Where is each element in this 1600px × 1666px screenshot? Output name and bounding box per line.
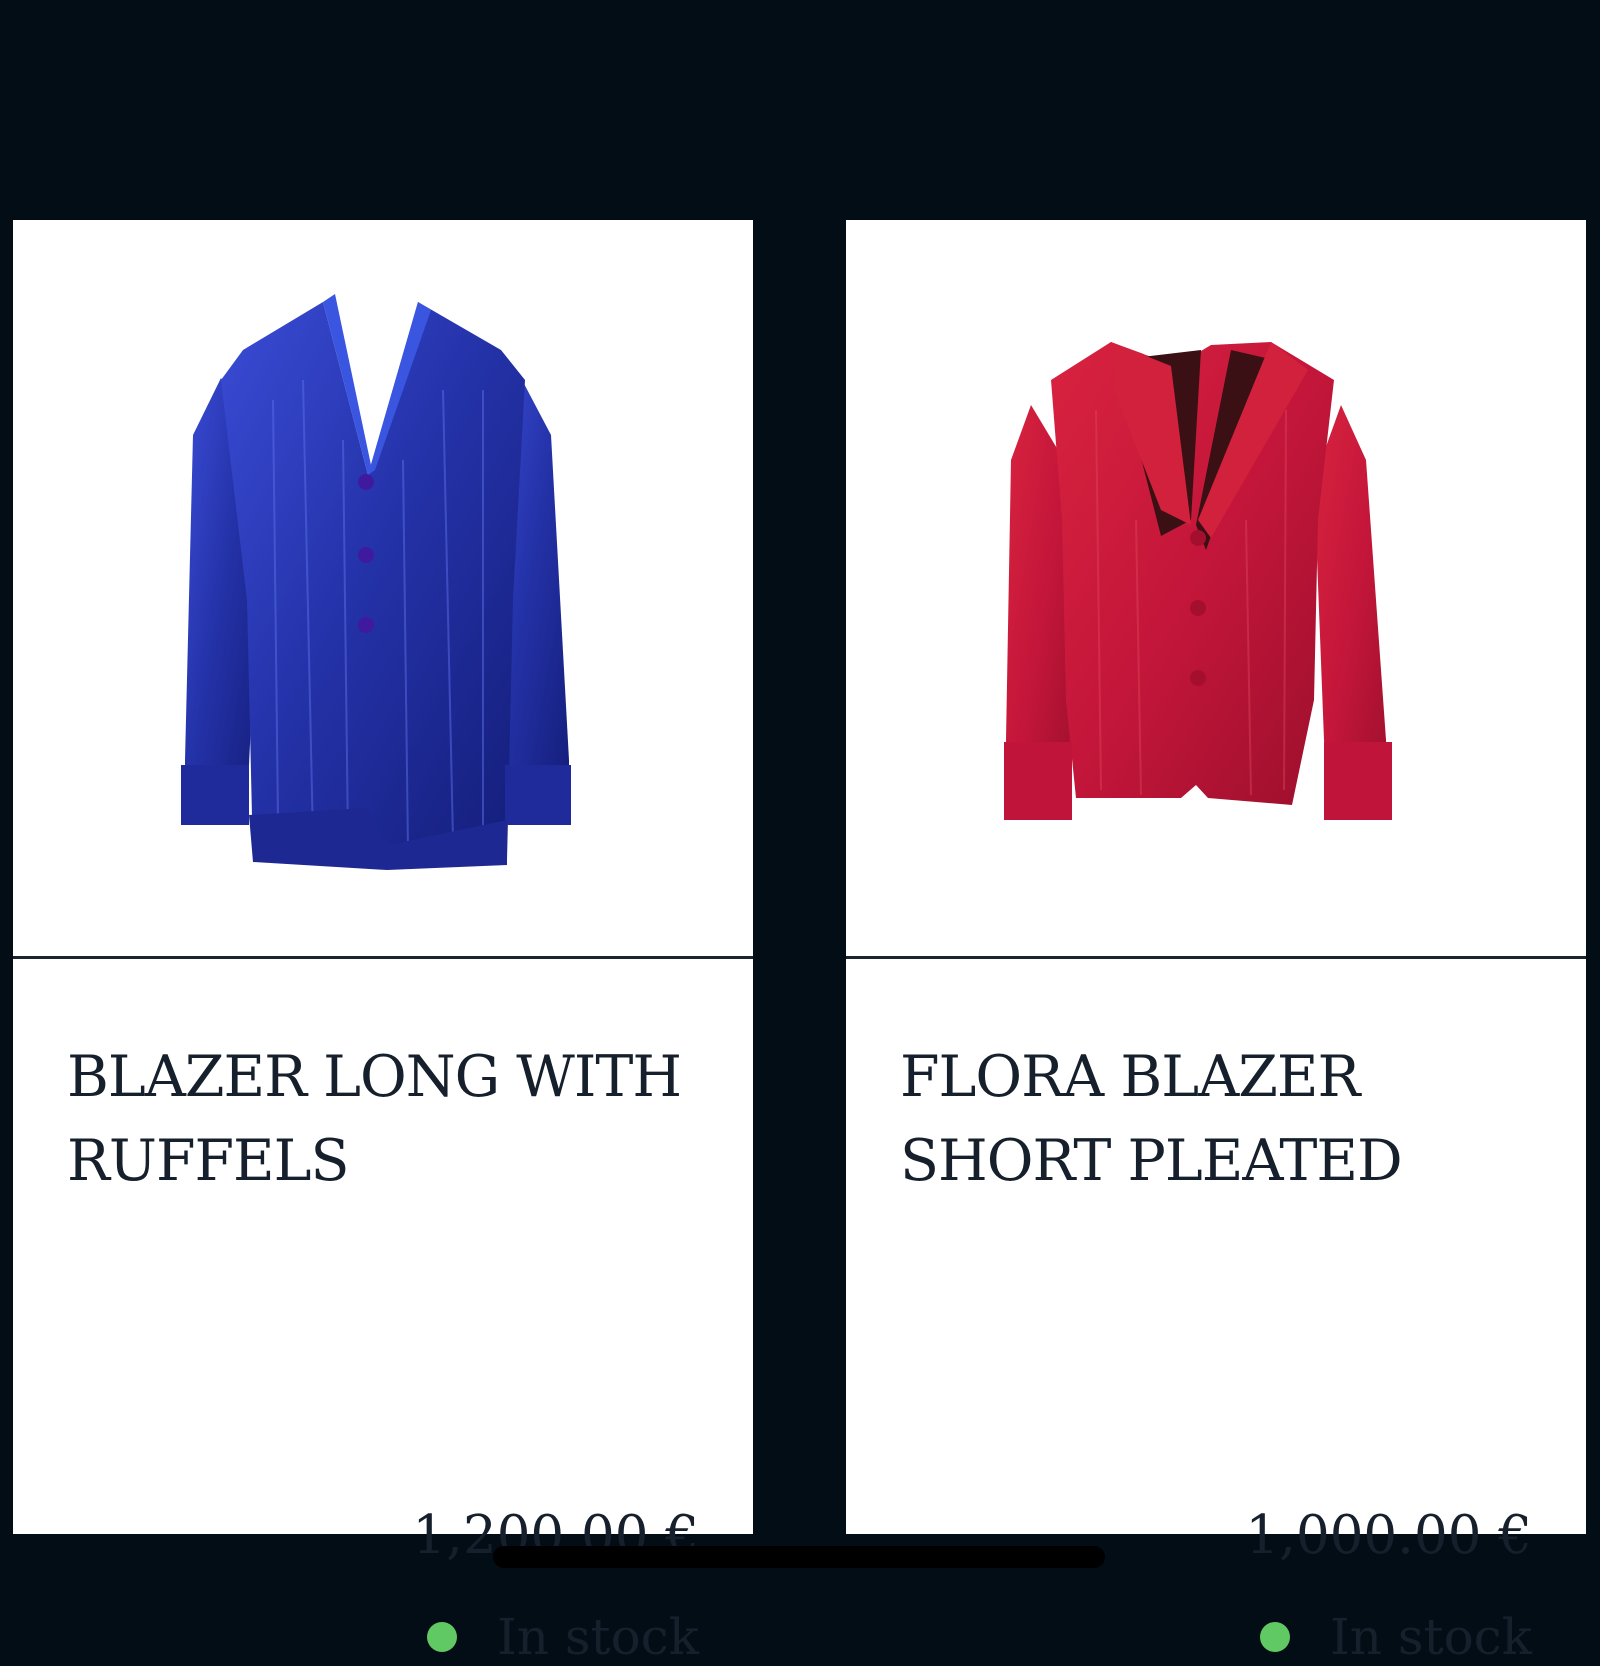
- product-title-line-2: SHORT PLEATED: [900, 1128, 1403, 1194]
- stock-status: In stock: [1259, 1608, 1532, 1666]
- product-title-line-1: BLAZER LONG WITH: [67, 1044, 682, 1110]
- home-indicator[interactable]: [493, 1546, 1105, 1568]
- stock-status: In stock: [426, 1608, 699, 1666]
- product-title-line-2: RUFFELS: [67, 1128, 350, 1194]
- product-image-blue-blazer[interactable]: [13, 220, 753, 956]
- card-divider: [13, 956, 753, 959]
- card-divider: [846, 956, 1586, 959]
- stock-status-text: In stock: [496, 1608, 699, 1666]
- product-price: 1,000.00 €: [1245, 1505, 1532, 1566]
- in-stock-dot-icon: [1259, 1622, 1290, 1652]
- product-image-red-blazer[interactable]: [846, 220, 1586, 956]
- product-card[interactable]: FLORA BLAZER SHORT PLEATED 1,000.00 € In…: [846, 220, 1586, 1666]
- product-card[interactable]: BLAZER LONG WITH RUFFELS 1,200.00 € In s…: [13, 220, 753, 1666]
- product-title[interactable]: BLAZER LONG WITH RUFFELS: [67, 1035, 727, 1203]
- in-stock-dot-icon: [426, 1622, 457, 1652]
- product-title-line-1: FLORA BLAZER: [900, 1044, 1360, 1110]
- stock-status-text: In stock: [1329, 1608, 1532, 1666]
- product-title[interactable]: FLORA BLAZER SHORT PLEATED: [900, 1035, 1560, 1203]
